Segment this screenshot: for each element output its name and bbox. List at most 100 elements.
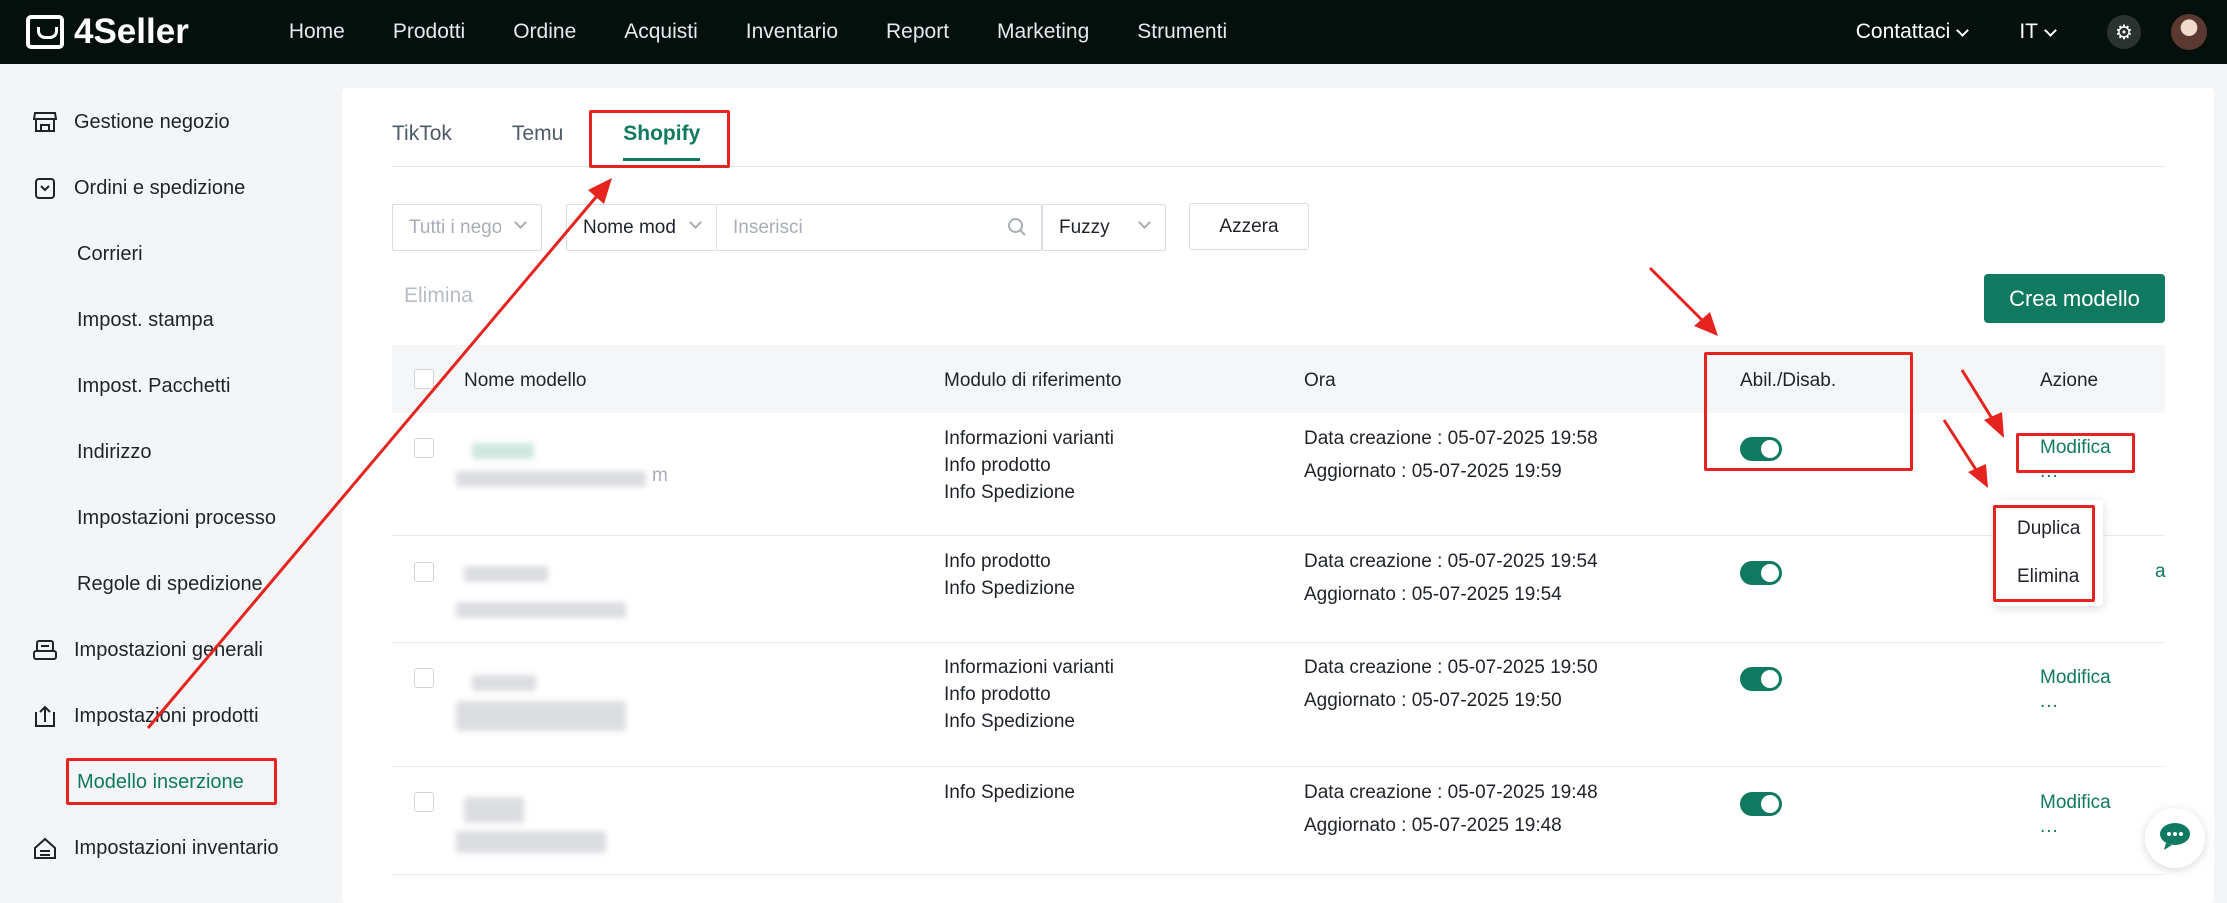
module-item: Informazioni varianti — [944, 657, 1115, 678]
col-abil-disab: Abil./Disab. — [1740, 370, 1837, 391]
module-list: Info Spedizione — [944, 779, 1075, 806]
menu-item-elimina[interactable]: Elimina — [2017, 566, 2079, 588]
store-select[interactable]: Tutti i negozi — [392, 204, 542, 251]
match-mode-select[interactable]: Fuzzy — [1042, 204, 1166, 251]
avatar[interactable] — [2171, 14, 2207, 50]
more-actions-link[interactable]: ... — [2040, 691, 2059, 713]
sidebar-item-impost-pacchetti[interactable]: Impost. Pacchetti — [77, 366, 230, 406]
tab-shopify[interactable]: Shopify — [623, 122, 701, 161]
nav-ordine[interactable]: Ordine — [513, 20, 576, 44]
sidebar-item-label: Impostazioni inventario — [74, 836, 279, 859]
menu-item-duplica[interactable]: Duplica — [2017, 518, 2080, 540]
template-store-blurred — [456, 831, 606, 853]
upload-box-icon — [32, 703, 58, 729]
tab-divider — [392, 166, 2165, 167]
more-actions-menu: Duplica Elimina — [1995, 500, 2103, 606]
sidebar-item-impost-stampa[interactable]: Impost. stampa — [77, 300, 214, 340]
enable-toggle[interactable] — [1740, 437, 1782, 461]
search-placeholder: Inserisci — [733, 216, 803, 238]
nav-home[interactable]: Home — [289, 20, 345, 44]
table-row: m Informazioni varianti Info prodotto In… — [392, 413, 2165, 536]
edit-link-partial[interactable]: a — [2155, 561, 2166, 583]
search-icon[interactable] — [1007, 217, 1027, 243]
tab-temu[interactable]: Temu — [512, 122, 563, 146]
template-store-blurred — [456, 701, 626, 731]
enable-toggle[interactable] — [1740, 561, 1782, 585]
chat-bubble-icon — [2158, 821, 2192, 856]
enable-toggle[interactable] — [1740, 667, 1782, 691]
row-checkbox[interactable] — [414, 792, 434, 812]
nav-inventario[interactable]: Inventario — [746, 20, 838, 44]
module-list: Info prodotto Info Spedizione — [944, 548, 1075, 602]
edit-link[interactable]: Modifica — [2040, 667, 2111, 689]
contact-menu[interactable]: Contattaci — [1855, 20, 1970, 44]
contact-label: Contattaci — [1855, 20, 1951, 43]
col-ora: Ora — [1304, 370, 1336, 391]
sidebar-item-impostazioni-inventario[interactable]: Impostazioni inventario — [0, 828, 279, 868]
nav-marketing[interactable]: Marketing — [997, 20, 1089, 44]
template-name-blurred[interactable] — [464, 566, 548, 582]
module-item: Info prodotto — [944, 684, 1051, 705]
match-mode-value: Fuzzy — [1059, 216, 1110, 238]
sidebar-item-label: Gestione negozio — [74, 110, 230, 133]
sidebar-item-impostazioni-prodotti[interactable]: Impostazioni prodotti — [0, 696, 259, 736]
more-actions-link[interactable]: ... — [2040, 816, 2059, 838]
sidebar-item-modello-inserzione[interactable]: Modello inserzione — [77, 762, 244, 802]
store-select-placeholder: Tutti i negozi — [409, 216, 501, 238]
sidebar-item-regole-spedizione[interactable]: Regole di spedizione — [77, 564, 263, 604]
create-template-button[interactable]: Crea modello — [1984, 274, 2165, 323]
col-nome-modello: Nome modello — [464, 370, 587, 391]
sidebar-item-ordini[interactable]: Ordini e spedizione — [0, 168, 245, 208]
sidebar-item-corrieri[interactable]: Corrieri — [77, 234, 143, 274]
table-row: Info prodotto Info Spedizione Data creaz… — [392, 536, 2166, 643]
main-nav: Home Prodotti Ordine Acquisti Inventario… — [289, 20, 1227, 44]
nav-acquisti[interactable]: Acquisti — [624, 20, 698, 44]
module-item: Info Spedizione — [944, 711, 1075, 732]
nav-report[interactable]: Report — [886, 20, 949, 44]
template-name-blurred[interactable] — [472, 443, 534, 459]
sidebar-item-indirizzo[interactable]: Indirizzo — [77, 432, 151, 472]
edit-link[interactable]: Modifica — [2040, 437, 2111, 459]
template-name-blurred[interactable] — [472, 675, 536, 691]
table-header: Nome modello Modulo di riferimento Ora A… — [392, 345, 2165, 413]
module-list: Informazioni varianti Info prodotto Info… — [944, 654, 1114, 735]
app-name: 4Seller — [74, 12, 189, 51]
template-name-blurred[interactable] — [464, 797, 524, 823]
template-store-blurred — [456, 471, 646, 487]
sidebar-item-impostazioni-generali[interactable]: Impostazioni generali — [0, 630, 263, 670]
nav-prodotti[interactable]: Prodotti — [393, 20, 465, 44]
sidebar-item-gestione-negozio[interactable]: Gestione negozio — [0, 102, 230, 142]
tab-tiktok[interactable]: TikTok — [392, 122, 452, 146]
reset-button[interactable]: Azzera — [1189, 203, 1309, 250]
top-right-area: Contattaci IT ⚙ — [1856, 0, 2227, 64]
table-row: Info Spedizione Data creazione : 05-07-2… — [392, 767, 2165, 875]
module-item: Info Spedizione — [944, 578, 1075, 599]
app-logo[interactable]: 4Seller — [26, 12, 189, 52]
more-actions-link[interactable]: ... — [2040, 461, 2059, 483]
top-navigation-bar: 4Seller Home Prodotti Ordine Acquisti In… — [0, 0, 2227, 64]
chat-support-button[interactable] — [2145, 808, 2205, 868]
field-select[interactable]: Nome modello — [566, 204, 716, 251]
module-item: Info prodotto — [944, 551, 1051, 572]
settings-gear-icon[interactable]: ⚙ — [2107, 15, 2141, 49]
language-label: IT — [2019, 20, 2038, 43]
template-store-blurred — [456, 602, 626, 618]
language-select[interactable]: IT — [2019, 20, 2057, 44]
updated-time: Aggiornato : 05-07-2025 19:59 — [1304, 461, 1562, 482]
bulk-delete-button[interactable]: Elimina — [404, 284, 473, 308]
nav-strumenti[interactable]: Strumenti — [1137, 20, 1227, 44]
search-input[interactable]: Inserisci — [716, 204, 1042, 251]
select-all-checkbox[interactable] — [414, 369, 434, 389]
edit-link[interactable]: Modifica — [2040, 792, 2111, 814]
sidebar-item-impostazioni-processo[interactable]: Impostazioni processo — [77, 498, 276, 538]
main-panel: TikTok Temu Shopify Tutti i negozi Nome … — [342, 88, 2214, 903]
row-checkbox[interactable] — [414, 562, 434, 582]
chevron-down-icon — [1956, 23, 1970, 37]
enable-toggle[interactable] — [1740, 792, 1782, 816]
platform-tabs: TikTok Temu Shopify — [392, 122, 701, 161]
module-item: Info prodotto — [944, 455, 1051, 476]
chevron-down-icon — [2044, 23, 2057, 37]
row-checkbox[interactable] — [414, 438, 434, 458]
row-checkbox[interactable] — [414, 668, 434, 688]
created-time: Data creazione : 05-07-2025 19:50 — [1304, 657, 1598, 678]
